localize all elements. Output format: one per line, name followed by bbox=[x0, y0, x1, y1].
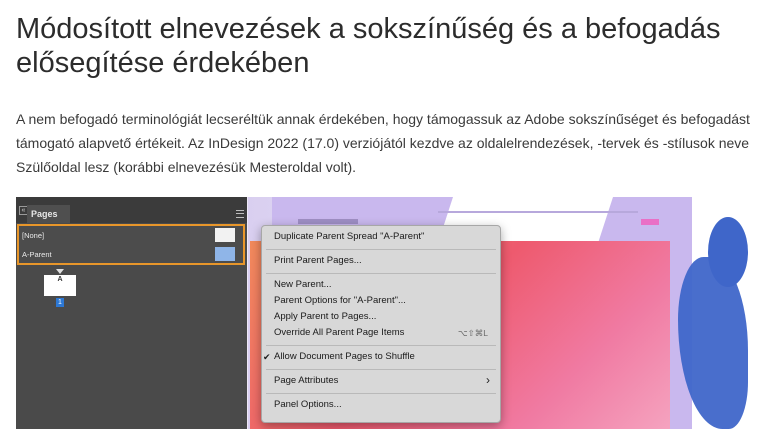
page-thumbnail[interactable]: A bbox=[44, 275, 76, 296]
menu-separator bbox=[266, 393, 496, 394]
menu-item-allow-shuffle[interactable]: ✔ Allow Document Pages to Shuffle bbox=[262, 349, 500, 365]
menu-item-apply-parent[interactable]: Apply Parent to Pages... bbox=[262, 309, 500, 325]
blue-leaf-shape bbox=[708, 217, 748, 287]
parent-pages-section: [None] A-Parent bbox=[17, 224, 245, 265]
menu-separator bbox=[266, 345, 496, 346]
menu-item-parent-options[interactable]: Parent Options for "A-Parent"... bbox=[262, 293, 500, 309]
intro-paragraph: A nem befogadó terminológiát lecseréltük… bbox=[16, 111, 750, 175]
menu-separator bbox=[266, 369, 496, 370]
parent-label: [None] bbox=[22, 231, 45, 240]
menu-item-print-parent[interactable]: Print Parent Pages... bbox=[262, 253, 500, 269]
indesign-screenshot: « Pages [None] A-Parent A 1 Duplicate Pa… bbox=[16, 197, 761, 429]
page-title: Módosított elnevezések a sokszínűség és … bbox=[16, 13, 721, 79]
page-parent-letter: A bbox=[57, 276, 63, 283]
menu-separator bbox=[266, 273, 496, 274]
parent-thumbnail bbox=[215, 228, 235, 242]
context-menu: Duplicate Parent Spread "A-Parent" Print… bbox=[261, 225, 501, 423]
layout-bar bbox=[298, 219, 358, 224]
page-marker-icon bbox=[56, 269, 64, 274]
pages-panel: « Pages [None] A-Parent A 1 bbox=[16, 197, 247, 429]
panel-header: « Pages bbox=[16, 197, 247, 223]
menu-item-new-parent[interactable]: New Parent... bbox=[262, 277, 500, 293]
parent-thumbnail bbox=[215, 247, 235, 261]
menu-separator bbox=[266, 249, 496, 250]
menu-item-panel-options[interactable]: Panel Options... bbox=[262, 397, 500, 413]
parent-label: A-Parent bbox=[22, 250, 52, 259]
layout-rule bbox=[438, 211, 638, 213]
menu-item-page-attributes[interactable]: Page Attributes › bbox=[262, 373, 500, 389]
menu-item-override-all[interactable]: Override All Parent Page Items ⌥⇧⌘L bbox=[262, 325, 500, 341]
page-number: 1 bbox=[56, 298, 64, 307]
pink-chip bbox=[641, 219, 659, 225]
parent-row-a[interactable]: A-Parent bbox=[20, 246, 242, 263]
checkmark-icon: ✔ bbox=[263, 352, 271, 362]
shortcut-text: ⌥⇧⌘L bbox=[457, 328, 488, 338]
panel-menu-icon[interactable] bbox=[236, 210, 244, 218]
chevron-right-icon: › bbox=[486, 373, 490, 387]
menu-item-duplicate-parent[interactable]: Duplicate Parent Spread "A-Parent" bbox=[262, 229, 500, 245]
parent-row-none[interactable]: [None] bbox=[20, 227, 242, 244]
pages-tab[interactable]: Pages bbox=[27, 205, 70, 223]
